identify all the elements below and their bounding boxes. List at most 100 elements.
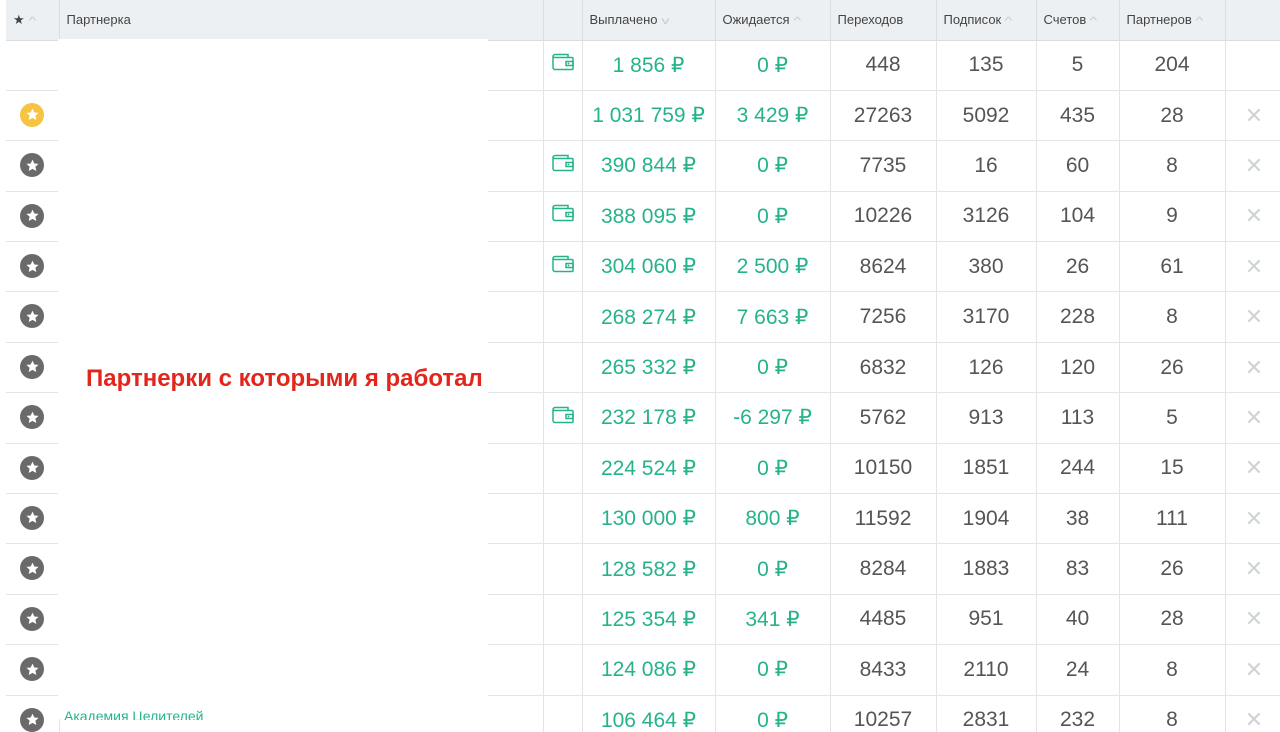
expected-cell: 3 429 ₽ xyxy=(715,90,831,142)
star-icon[interactable] xyxy=(20,254,45,278)
expected-cell: 0 ₽ xyxy=(715,342,831,394)
paid-cell: 124 086 ₽ xyxy=(582,644,716,696)
expected-cell: 341 ₽ xyxy=(715,594,831,646)
close-icon[interactable]: ✕ xyxy=(1245,506,1263,531)
subscriptions-cell: 951 xyxy=(936,594,1037,646)
subscriptions-cell: 16 xyxy=(936,140,1037,192)
wallet-cell xyxy=(543,443,583,495)
delete-cell: ✕ xyxy=(1225,90,1280,142)
star-icon[interactable] xyxy=(20,203,45,228)
favorite-cell xyxy=(0,594,60,646)
wallet-icon[interactable] xyxy=(551,53,575,77)
transitions-cell: 448 xyxy=(830,40,937,91)
wallet-cell xyxy=(543,291,583,343)
subscriptions-cell: 126 xyxy=(936,342,1037,394)
accounts-cell: 24 xyxy=(1036,644,1120,696)
partners-cell: 204 xyxy=(1119,40,1226,91)
star-icon[interactable] xyxy=(20,405,45,430)
wallet-cell xyxy=(543,342,583,394)
close-icon[interactable]: ✕ xyxy=(1245,707,1263,732)
wallet-cell xyxy=(543,644,583,696)
close-icon[interactable]: ✕ xyxy=(1245,304,1263,329)
wallet-icon[interactable] xyxy=(551,205,575,228)
paid-cell: 265 332 ₽ xyxy=(582,342,716,394)
close-icon[interactable]: ✕ xyxy=(1245,556,1263,581)
wallet-cell xyxy=(543,493,583,545)
partners-cell: 8 xyxy=(1119,644,1226,696)
sort-up-icon: ^ xyxy=(1089,16,1098,28)
transitions-cell: 5762 xyxy=(830,392,937,444)
transitions-cell: 7256 xyxy=(830,291,937,343)
star-icon[interactable] xyxy=(20,606,45,631)
close-icon[interactable]: ✕ xyxy=(1245,455,1263,480)
partner-link[interactable]: Академия Целителей xyxy=(64,708,203,720)
favorite-cell xyxy=(0,644,60,696)
expected-cell: 0 ₽ xyxy=(715,543,831,595)
wallet-icon[interactable] xyxy=(551,154,575,178)
close-icon[interactable]: ✕ xyxy=(1245,606,1263,631)
header-star-sort[interactable]: ★ ^ xyxy=(0,0,60,41)
partners-cell: 5 xyxy=(1119,392,1226,444)
header-paid[interactable]: Выплачено v xyxy=(582,0,716,41)
header-accounts[interactable]: Счетов ^ xyxy=(1036,0,1120,41)
header-subscriptions[interactable]: Подписок ^ xyxy=(936,0,1037,41)
expected-cell: 0 ₽ xyxy=(715,644,831,696)
close-icon[interactable]: ✕ xyxy=(1245,405,1263,430)
delete-cell: ✕ xyxy=(1225,543,1280,595)
wallet-icon[interactable] xyxy=(551,255,575,279)
close-icon[interactable]: ✕ xyxy=(1245,203,1263,228)
paid-cell: 128 582 ₽ xyxy=(582,543,716,595)
paid-cell: 224 524 ₽ xyxy=(582,443,716,495)
wallet-icon[interactable] xyxy=(551,406,575,430)
wallet-cell xyxy=(543,241,583,293)
transitions-cell: 10226 xyxy=(830,191,937,243)
favorite-cell xyxy=(0,493,60,545)
transitions-cell: 11592 xyxy=(830,493,937,545)
star-icon[interactable] xyxy=(20,707,45,732)
partners-cell: 28 xyxy=(1119,594,1226,646)
partners-cell: 26 xyxy=(1119,342,1226,394)
table-header: ★ ^ Партнерка Выплачено v Ожидается ^ Перех… xyxy=(0,0,1280,41)
star-icon[interactable] xyxy=(20,354,45,379)
close-icon[interactable]: ✕ xyxy=(1245,254,1263,279)
sort-up-icon: ^ xyxy=(28,15,36,27)
star-icon[interactable] xyxy=(20,102,45,127)
close-icon[interactable]: ✕ xyxy=(1245,103,1263,128)
accounts-cell: 113 xyxy=(1036,392,1120,444)
star-icon[interactable] xyxy=(20,455,45,480)
favorite-cell xyxy=(0,291,60,343)
paid-cell: 390 844 ₽ xyxy=(582,140,716,192)
header-wallet xyxy=(543,0,583,41)
favorite-cell xyxy=(0,140,60,192)
partners-cell: 8 xyxy=(1119,695,1226,732)
header-partners[interactable]: Партнеров ^ xyxy=(1119,0,1226,41)
header-partner[interactable]: Партнерка xyxy=(59,0,544,41)
transitions-cell: 8624 xyxy=(830,241,937,293)
close-icon[interactable]: ✕ xyxy=(1245,355,1263,380)
accounts-cell: 232 xyxy=(1036,695,1120,732)
transitions-cell: 27263 xyxy=(830,90,937,142)
star-icon[interactable] xyxy=(20,657,45,682)
subscriptions-cell: 913 xyxy=(936,392,1037,444)
close-icon[interactable]: ✕ xyxy=(1245,153,1263,178)
header-actions xyxy=(1225,0,1280,41)
star-icon[interactable] xyxy=(20,505,45,530)
partners-cell: 9 xyxy=(1119,191,1226,243)
favorite-cell xyxy=(0,443,60,495)
subscriptions-cell: 3170 xyxy=(936,291,1037,343)
favorite-cell xyxy=(0,543,60,595)
accounts-cell: 228 xyxy=(1036,291,1120,343)
accounts-cell: 26 xyxy=(1036,241,1120,293)
star-icon[interactable] xyxy=(20,556,45,581)
delete-cell: ✕ xyxy=(1225,291,1280,343)
star-icon[interactable] xyxy=(20,304,45,329)
wallet-cell xyxy=(543,40,583,91)
close-icon[interactable]: ✕ xyxy=(1245,657,1263,682)
header-expected[interactable]: Ожидается ^ xyxy=(715,0,831,41)
subscriptions-cell: 3126 xyxy=(936,191,1037,243)
paid-cell: 125 354 ₽ xyxy=(582,594,716,646)
header-transitions[interactable]: Переходов xyxy=(830,0,937,41)
star-icon[interactable] xyxy=(20,153,45,178)
delete-cell: ✕ xyxy=(1225,342,1280,394)
partners-cell: 15 xyxy=(1119,443,1226,495)
